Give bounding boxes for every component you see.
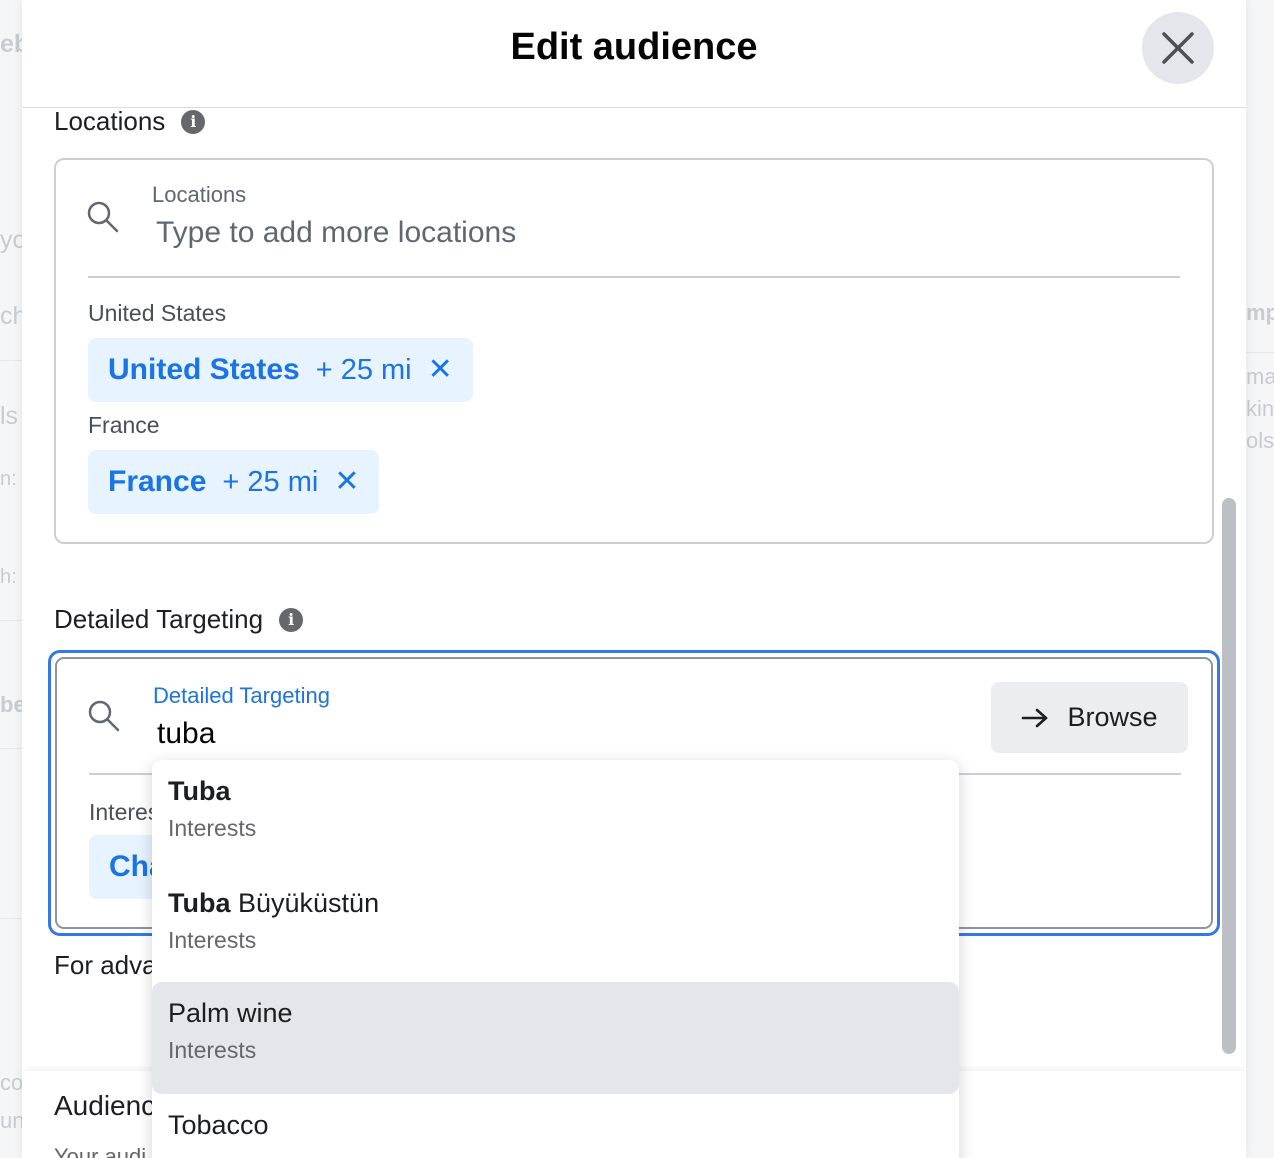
targeting-suggestions-dropdown: Tuba Interests Tuba Büyüküstün Interests…: [152, 760, 959, 1158]
detailed-targeting-input[interactable]: tuba: [157, 717, 215, 751]
advanced-options-text: For adva: [54, 950, 157, 980]
suggestion-category: Interests: [168, 815, 257, 841]
chip-name: France: [108, 465, 207, 498]
location-group-label: United States: [88, 300, 227, 326]
close-icon: [1162, 32, 1194, 64]
locations-box: Locations Type to add more locations Uni…: [54, 158, 1214, 544]
bg-divider: [0, 620, 22, 621]
bg-divider: [0, 748, 22, 749]
targeting-group-label: Interes: [89, 799, 160, 825]
bg-fragment: h:: [0, 566, 17, 588]
suggestion-title: Tuba Büyüküstün: [168, 888, 943, 919]
modal-title: Edit audience: [510, 26, 758, 68]
suggestion-title: Palm wine: [168, 998, 943, 1029]
suggestion-match: Tuba: [168, 888, 231, 918]
suggestion-title: Tobacco: [168, 1110, 943, 1141]
close-button[interactable]: [1142, 12, 1214, 84]
info-icon[interactable]: i: [279, 607, 304, 632]
info-icon[interactable]: i: [181, 109, 206, 134]
bg-fragment: co: [0, 1070, 24, 1095]
suggestion-category: Interests: [168, 1037, 257, 1063]
chip-name: United States: [108, 353, 300, 386]
browse-button[interactable]: Browse: [991, 682, 1188, 753]
location-group-label: France: [88, 412, 160, 438]
bg-fragment: ols: [1246, 428, 1274, 453]
suggestion-item[interactable]: Tuba Interests: [152, 760, 959, 872]
locations-heading: Locations: [54, 106, 166, 136]
scrollbar[interactable]: [1222, 498, 1236, 1054]
remove-icon[interactable]: ✕: [334, 467, 359, 497]
bg-fragment: ls: [0, 402, 19, 430]
chip-radius[interactable]: + 25 mi: [222, 466, 318, 499]
suggestion-item[interactable]: Tobacco: [152, 1094, 959, 1158]
search-icon: [88, 700, 120, 732]
bg-fragment: un: [0, 1108, 25, 1133]
locations-search-input[interactable]: Type to add more locations: [156, 216, 516, 250]
suggestion-item[interactable]: Palm wine Interests: [152, 982, 959, 1094]
search-icon: [87, 201, 119, 233]
detailed-targeting-section-label: Detailed Targeting i: [54, 604, 304, 635]
bg-divider: [0, 360, 22, 361]
bg-divider: [0, 918, 22, 919]
location-chip-united-states: United States + 25 mi ✕: [88, 338, 473, 402]
locations-divider: [88, 276, 1180, 278]
locations-field-label: Locations: [152, 182, 247, 207]
suggestion-rest: Tobacco: [168, 1110, 269, 1140]
suggestion-rest: Büyüküstün: [230, 888, 380, 918]
suggestion-rest: Palm wine: [168, 998, 293, 1028]
suggestion-item[interactable]: Tuba Büyüküstün Interests: [152, 872, 959, 984]
suggestion-match: Tuba: [168, 776, 231, 806]
bg-divider: [1246, 352, 1274, 353]
modal-header: Edit audience: [22, 0, 1246, 108]
chip-radius[interactable]: + 25 mi: [316, 354, 412, 387]
location-chip-france: France + 25 mi ✕: [88, 450, 380, 514]
locations-section-label: Locations i: [54, 106, 206, 137]
audience-definition-heading: Audienc: [54, 1090, 156, 1121]
audience-definition-subtext: Your audi: [54, 1144, 147, 1158]
suggestion-title: Tuba: [168, 776, 943, 807]
remove-icon[interactable]: ✕: [428, 355, 453, 385]
browse-label: Browse: [1067, 702, 1158, 732]
detailed-targeting-heading: Detailed Targeting: [54, 604, 264, 634]
suggestion-category: Interests: [168, 927, 257, 953]
arrow-right-icon: [1022, 708, 1048, 727]
detailed-targeting-field-label: Detailed Targeting: [153, 683, 330, 708]
bg-fragment: mp: [1246, 300, 1274, 325]
bg-fragment: ma: [1246, 364, 1274, 389]
bg-fragment: kin: [1246, 396, 1274, 421]
